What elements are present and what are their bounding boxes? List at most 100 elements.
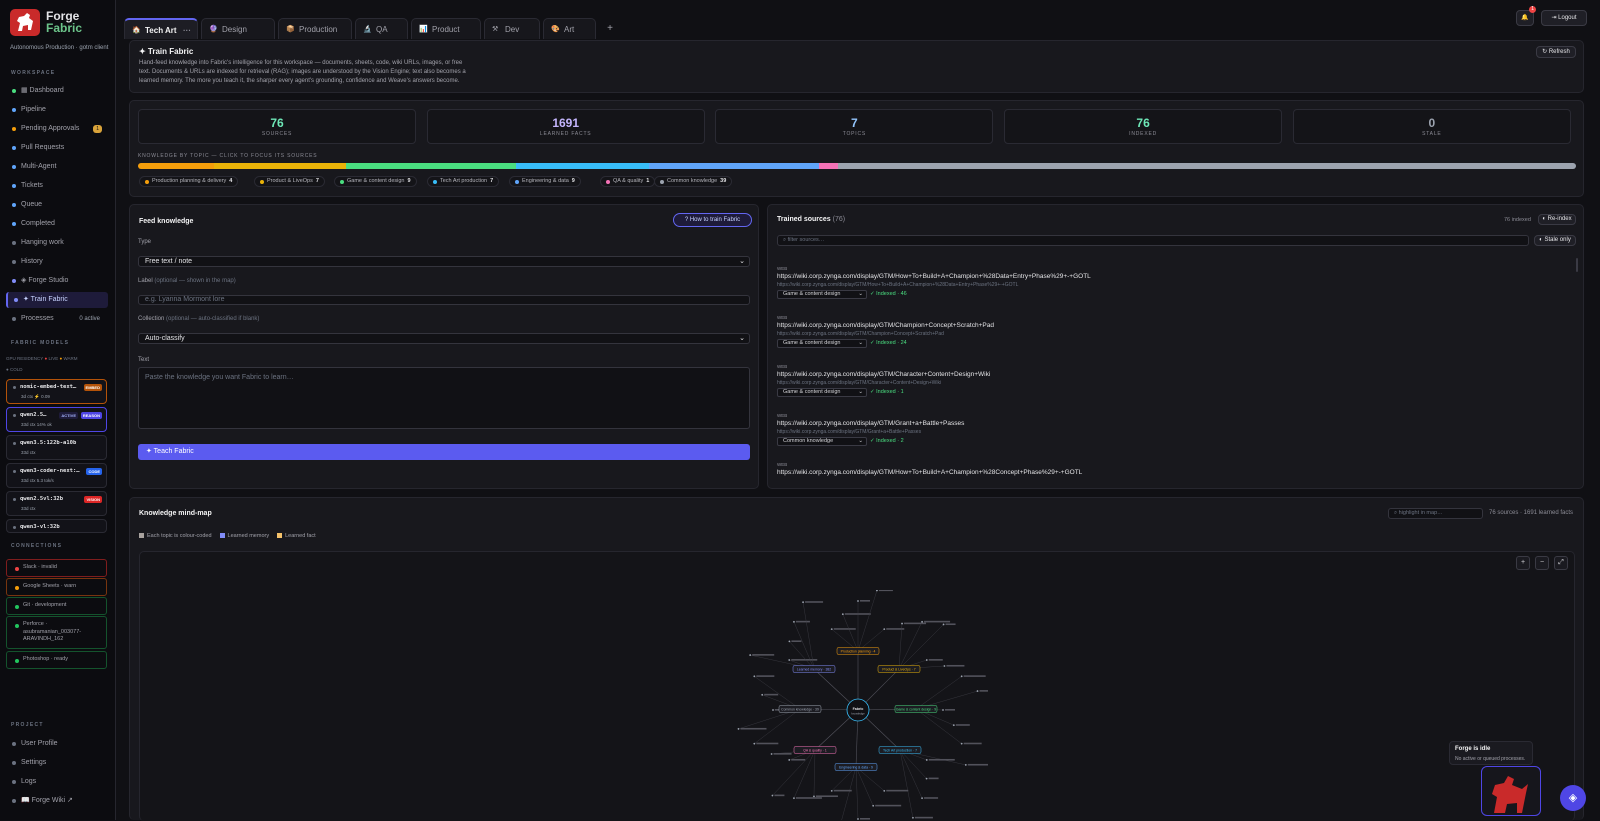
- refresh-button[interactable]: ↻ Refresh: [1536, 46, 1576, 58]
- sidebar-item-processes[interactable]: Processes 0 active: [6, 311, 108, 327]
- leaf-node[interactable]: [925, 759, 928, 761]
- topic-chip[interactable]: Game & content design 9: [334, 176, 417, 187]
- tab-dev[interactable]: ⚒ Dev: [484, 18, 540, 39]
- leaf-node[interactable]: [737, 728, 740, 730]
- leaf-node[interactable]: [960, 675, 963, 678]
- tab-art[interactable]: 🎨 Art: [543, 18, 596, 39]
- model-card[interactable]: qwen2.5… 33d ctx 14% ok REASON ACTIVE: [6, 407, 107, 432]
- project-item[interactable]: Logs: [6, 774, 108, 790]
- mind-map-graph[interactable]: Production planning · 4 Product & LiveOps…: [728, 590, 988, 820]
- highlight-map-input[interactable]: ⌕ highlight in map…: [1388, 508, 1483, 519]
- tab-design[interactable]: 🔮 Design: [201, 18, 275, 39]
- topic-bar-segment[interactable]: [648, 163, 820, 169]
- connection-item[interactable]: Photoshop · ready: [6, 651, 107, 669]
- tab-product[interactable]: 📊 Product: [411, 18, 481, 39]
- notifications-button[interactable]: 🔔 1: [1516, 6, 1536, 26]
- leaf-node[interactable]: [788, 640, 791, 643]
- leaf-node[interactable]: [942, 709, 944, 711]
- add-tab-button[interactable]: +: [600, 18, 620, 39]
- source-topic-select[interactable]: Game & content design ⌄: [777, 339, 867, 348]
- project-item[interactable]: User Profile: [6, 736, 108, 752]
- project-item[interactable]: 📖 Forge Wiki ↗: [6, 793, 108, 809]
- topic-bar-segment[interactable]: [819, 163, 839, 169]
- model-card[interactable]: qwen3.5:122b-a10b 33d ctx: [6, 435, 107, 460]
- sidebar-item-pull-requests[interactable]: Pull Requests: [6, 140, 108, 156]
- source-url[interactable]: https://wiki.corp.zynga.com/display/GTM/…: [777, 420, 1582, 427]
- leaf-node[interactable]: [921, 620, 923, 623]
- sidebar-item-pipeline[interactable]: Pipeline: [6, 102, 108, 118]
- topic-chip[interactable]: Product & LiveOps 7: [254, 176, 325, 187]
- topic-chip[interactable]: Common knowledge 39: [654, 176, 733, 187]
- source-topic-select[interactable]: Game & content design ⌄: [777, 388, 867, 397]
- leaf-node[interactable]: [772, 709, 774, 711]
- topic-chip[interactable]: QA & quality 1: [600, 176, 656, 187]
- leaf-node[interactable]: [830, 628, 833, 631]
- sidebar-item-tickets[interactable]: Tickets: [6, 178, 108, 194]
- leaf-node[interactable]: [770, 753, 773, 755]
- sidebar-item-pending-approvals[interactable]: Pending Approvals 1: [6, 121, 108, 137]
- sidebar-item-dashboard[interactable]: ▦ Dashboard: [6, 83, 108, 99]
- leaf-node[interactable]: [964, 764, 967, 766]
- connection-item[interactable]: Perforce · asubramanian_003077-ARAVINDH_…: [6, 616, 107, 649]
- topic-chip[interactable]: Production planning & delivery 4: [139, 176, 239, 187]
- leaf-node[interactable]: [793, 797, 795, 800]
- leaf-node[interactable]: [921, 797, 923, 800]
- stale-only-button[interactable]: ◐ Stale only: [1534, 235, 1576, 246]
- leaf-node[interactable]: [753, 675, 756, 678]
- forge-mascot-button[interactable]: [1481, 766, 1541, 816]
- source-item[interactable]: WEB https://wiki.corp.zynga.com/display/G…: [777, 462, 1582, 476]
- label-input[interactable]: e.g. Lyanna Mormont lore: [138, 295, 750, 305]
- connection-item[interactable]: Slack · invalid: [6, 559, 107, 577]
- source-item[interactable]: WEB https://wiki.corp.zynga.com/display/G…: [777, 364, 1582, 397]
- zoom-in-button[interactable]: +: [1516, 556, 1530, 570]
- sidebar-item-multi-agent[interactable]: Multi-Agent: [6, 159, 108, 175]
- leaf-node[interactable]: [841, 613, 844, 616]
- zoom-out-button[interactable]: −: [1535, 556, 1549, 570]
- sidebar-item-hanging-work[interactable]: Hanging work: [6, 235, 108, 251]
- project-item[interactable]: Settings: [6, 755, 108, 771]
- leaf-node[interactable]: [876, 590, 878, 592]
- source-item[interactable]: WEB https://wiki.corp.zynga.com/display/G…: [777, 315, 1582, 348]
- leaf-node[interactable]: [857, 600, 859, 602]
- sidebar-item-forge-studio[interactable]: ◈ Forge Studio: [6, 273, 108, 289]
- source-item[interactable]: WEB https://wiki.corp.zynga.com/display/G…: [777, 266, 1582, 299]
- topic-chip[interactable]: Tech Art production 7: [427, 176, 500, 187]
- leaf-node[interactable]: [788, 759, 791, 761]
- source-url[interactable]: https://wiki.corp.zynga.com/display/GTM/…: [777, 371, 1582, 378]
- leaf-node[interactable]: [960, 742, 963, 745]
- assistant-chat-icon[interactable]: ◈: [1560, 785, 1586, 811]
- teach-fabric-button[interactable]: ✦ Teach Fabric: [138, 444, 750, 460]
- leaf-node[interactable]: [788, 659, 791, 661]
- topic-bar-segment[interactable]: [138, 163, 214, 169]
- leaf-node[interactable]: [830, 789, 833, 792]
- leaf-node[interactable]: [942, 623, 945, 626]
- tab-menu-icon[interactable]: ···: [183, 20, 191, 41]
- tab-production[interactable]: 📦 Production: [278, 18, 352, 39]
- leaf-node[interactable]: [925, 777, 928, 780]
- leaf-node[interactable]: [976, 690, 979, 692]
- leaf-node[interactable]: [813, 795, 815, 798]
- leaf-node[interactable]: [912, 816, 914, 819]
- leaf-node[interactable]: [883, 789, 886, 792]
- topic-bar-segment[interactable]: [838, 163, 1576, 169]
- source-url[interactable]: https://wiki.corp.zynga.com/display/GTM/…: [777, 322, 1582, 329]
- sidebar-item-history[interactable]: History: [6, 254, 108, 270]
- sidebar-item-queue[interactable]: Queue: [6, 197, 108, 213]
- source-topic-select[interactable]: Common knowledge ⌄: [777, 437, 867, 446]
- model-card[interactable]: qwen2.5vl:32b 33d ctx VISION: [6, 491, 107, 516]
- tab-qa[interactable]: 🔬 QA: [355, 18, 408, 39]
- leaf-node[interactable]: [901, 622, 903, 625]
- leaf-node[interactable]: [883, 628, 886, 631]
- leaf-node[interactable]: [793, 620, 795, 623]
- topic-bar-segment[interactable]: [346, 163, 517, 169]
- connection-item[interactable]: Google Sheets · warn: [6, 578, 107, 596]
- model-card[interactable]: qwen3-coder-next:… 33d ctx 5.3 tok/s CODE: [6, 463, 107, 488]
- leaf-node[interactable]: [952, 724, 955, 727]
- type-select[interactable]: Free text / note ⌄: [138, 256, 750, 267]
- sidebar-item-train-fabric[interactable]: ✦ Train Fabric: [6, 292, 108, 308]
- model-card[interactable]: nomic-embed-text… 3d ctx ⚡ 0.09 EMBED: [6, 379, 107, 404]
- leaf-node[interactable]: [749, 654, 752, 656]
- source-topic-select[interactable]: Game & content design ⌄: [777, 290, 867, 299]
- source-url[interactable]: https://wiki.corp.zynga.com/display/GTM/…: [777, 469, 1582, 476]
- leaf-node[interactable]: [943, 665, 946, 667]
